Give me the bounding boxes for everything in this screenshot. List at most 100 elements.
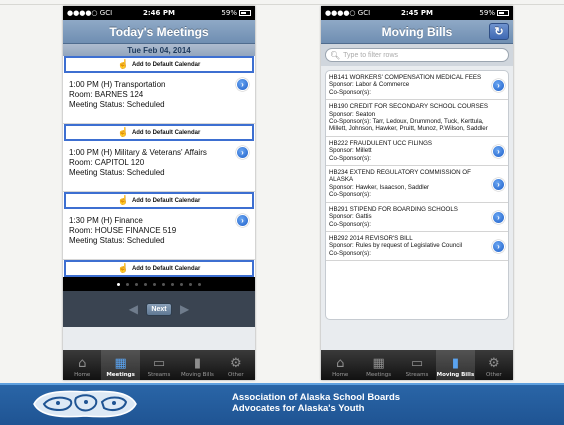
- tab-label: Home: [74, 372, 91, 378]
- pager-bar: ◀ Next ▶: [63, 291, 255, 327]
- tab-meetings[interactable]: ▦ Meetings: [359, 350, 397, 380]
- add-to-calendar-button[interactable]: ☝ Add to Default Calendar: [64, 124, 254, 141]
- add-to-calendar-button[interactable]: ☝ Add to Default Calendar: [64, 260, 254, 277]
- slide-divider: [0, 4, 564, 5]
- page-dot[interactable]: [180, 282, 183, 286]
- page-dot[interactable]: [153, 282, 156, 286]
- page-dot[interactable]: [117, 282, 120, 286]
- disclosure-arrow-icon[interactable]: ›: [492, 177, 505, 191]
- add-to-calendar-label: Add to Default Calendar: [131, 61, 201, 68]
- tab-label: Streams: [405, 372, 429, 378]
- next-arrow-icon[interactable]: ▶: [180, 302, 189, 316]
- search-input[interactable]: 🔍︎ Type to filter rows: [325, 48, 509, 62]
- page-dot[interactable]: [162, 282, 165, 286]
- bill-title: HB291 STIPEND FOR BOARDING SCHOOLS: [329, 205, 458, 213]
- bill-row[interactable]: HB222 FRAUDULENT UCC FILINGS Sponsor: Mi…: [326, 137, 508, 167]
- tab-other[interactable]: ⚙ Other: [475, 350, 513, 380]
- nav-bar: Moving Bills ↻: [321, 20, 513, 44]
- bill-cosponsors: Co-Sponsor(s): Tarr, Ledoux, Drummond, T…: [329, 118, 488, 133]
- footer-text: Association of Alaska School Boards Advo…: [232, 392, 400, 414]
- add-to-calendar-button[interactable]: ☝ Add to Default Calendar: [64, 56, 254, 73]
- disclosure-arrow-icon[interactable]: ›: [492, 79, 505, 93]
- bill-cosponsors: Co-Sponsor(s):: [329, 249, 371, 257]
- bill-cosponsors: Co-Sponsor(s):: [329, 220, 371, 228]
- bill-title: HB292 2014 REVISOR'S BILL: [329, 234, 413, 242]
- monitor-icon: ▭: [410, 356, 424, 371]
- bill-row[interactable]: HB190 CREDIT FOR SECONDARY SCHOOL COURSE…: [326, 100, 508, 137]
- tab-streams[interactable]: ▭ Streams: [398, 350, 436, 380]
- disclosure-arrow-icon[interactable]: ›: [492, 144, 505, 158]
- page-dot[interactable]: [135, 282, 138, 286]
- tab-label: Streams: [147, 372, 171, 378]
- meeting-row[interactable]: 1:00 PM (H) Transportation Room: BARNES …: [63, 73, 255, 124]
- tab-home[interactable]: ⌂ Home: [321, 350, 359, 380]
- bill-sponsor: Sponsor: Hawker, Isaacson, Saddler: [329, 183, 430, 191]
- battery-percent: 59%: [479, 9, 495, 17]
- disclosure-arrow-icon[interactable]: ›: [236, 214, 249, 227]
- disclosure-arrow-icon[interactable]: ›: [236, 78, 249, 91]
- bills-list: HB141 WORKERS' COMPENSATION MEDICAL FEES…: [325, 70, 509, 320]
- meeting-room: Room: BARNES 124: [69, 90, 144, 99]
- disclosure-arrow-icon[interactable]: ›: [492, 210, 505, 224]
- hand-pointer-icon: ☝: [117, 127, 129, 137]
- battery-percent: 59%: [221, 9, 237, 17]
- meeting-row[interactable]: 1:30 PM (H) Finance Room: HOUSE FINANCE …: [63, 209, 255, 260]
- tab-moving-bills[interactable]: ▮ Moving Bills: [178, 350, 216, 380]
- status-time: 2:45 PM: [401, 9, 433, 17]
- organization-tagline: Advocates for Alaska's Youth: [232, 403, 365, 414]
- tab-home[interactable]: ⌂ Home: [63, 350, 101, 380]
- bill-sponsor: Sponsor: Labor & Commerce: [329, 81, 410, 89]
- bill-row[interactable]: HB291 STIPEND FOR BOARDING SCHOOLS Spons…: [326, 203, 508, 232]
- tab-streams[interactable]: ▭ Streams: [140, 350, 178, 380]
- meeting-row[interactable]: 1:00 PM (H) Military & Veterans' Affairs…: [63, 141, 255, 192]
- tab-label: Meetings: [106, 372, 135, 378]
- search-bar: 🔍︎ Type to filter rows: [321, 44, 513, 66]
- bill-row[interactable]: HB292 2014 REVISOR'S BILL Sponsor: Rules…: [326, 232, 508, 262]
- page-dot[interactable]: [189, 282, 192, 286]
- add-to-calendar-button[interactable]: ☝ Add to Default Calendar: [64, 192, 254, 209]
- bill-row[interactable]: HB141 WORKERS' COMPENSATION MEDICAL FEES…: [326, 71, 508, 101]
- aasb-logo: [33, 390, 137, 418]
- meetings-list: ☝ Add to Default Calendar 1:00 PM (H) Tra…: [63, 56, 255, 277]
- bill-title: HB190 CREDIT FOR SECONDARY SCHOOL COURSE…: [329, 103, 488, 111]
- refresh-icon: ↻: [494, 26, 504, 38]
- add-to-calendar-label: Add to Default Calendar: [131, 197, 201, 204]
- organization-name: Association of Alaska School Boards: [232, 392, 401, 403]
- status-bar: ●●●●○ GCI 2:46 PM 59%: [63, 6, 255, 20]
- document-icon: ▮: [193, 356, 201, 371]
- footer-divider: [0, 383, 564, 385]
- disclosure-arrow-icon[interactable]: ›: [492, 240, 505, 254]
- disclosure-arrow-icon[interactable]: ›: [236, 146, 249, 159]
- tab-meetings[interactable]: ▦ Meetings: [101, 350, 140, 380]
- calendar-icon: ▦: [114, 356, 127, 371]
- next-button[interactable]: Next: [146, 302, 172, 316]
- meeting-status: Meeting Status: Scheduled: [69, 236, 165, 245]
- document-icon: ▮: [451, 356, 459, 371]
- page-dot[interactable]: [171, 282, 174, 286]
- bill-title: HB222 FRAUDULENT UCC FILINGS: [329, 139, 433, 147]
- page-dot[interactable]: [126, 282, 129, 286]
- battery-indicator: 59%: [190, 9, 251, 17]
- bill-row[interactable]: HB234 EXTEND REGULATORY COMMISSION OF AL…: [326, 166, 508, 203]
- page-indicator[interactable]: [63, 277, 255, 291]
- bill-title: HB234 EXTEND REGULATORY COMMISSION OF AL…: [329, 169, 471, 184]
- search-icon: 🔍︎: [330, 50, 341, 60]
- bill-sponsor: Sponsor: Millett: [329, 147, 372, 155]
- tab-other[interactable]: ⚙ Other: [217, 350, 255, 380]
- search-placeholder: Type to filter rows: [343, 51, 399, 59]
- meeting-room: Room: HOUSE FINANCE 519: [69, 226, 177, 235]
- refresh-button[interactable]: ↻: [489, 23, 509, 40]
- home-icon: ⌂: [336, 356, 345, 371]
- page-title: Moving Bills: [381, 24, 453, 39]
- page-dot[interactable]: [198, 282, 201, 286]
- carrier-signal: ●●●●○ GCI: [325, 9, 371, 17]
- footer-banner: Association of Alaska School Boards Advo…: [0, 383, 564, 425]
- meeting-time-committee: 1:30 PM (H) Finance: [69, 216, 143, 225]
- page-dot[interactable]: [144, 282, 147, 286]
- bill-sponsor: Sponsor: Rules by request of Legislative…: [329, 242, 463, 250]
- previous-arrow-icon[interactable]: ◀: [129, 302, 138, 316]
- hand-pointer-icon: ☝: [117, 195, 129, 205]
- tab-moving-bills[interactable]: ▮ Moving Bills: [436, 350, 475, 380]
- tab-bar: ⌂ Home ▦ Meetings ▭ Streams ▮ Moving Bills ⚙…: [321, 350, 513, 380]
- bill-cosponsors: Co-Sponsor(s):: [329, 88, 371, 96]
